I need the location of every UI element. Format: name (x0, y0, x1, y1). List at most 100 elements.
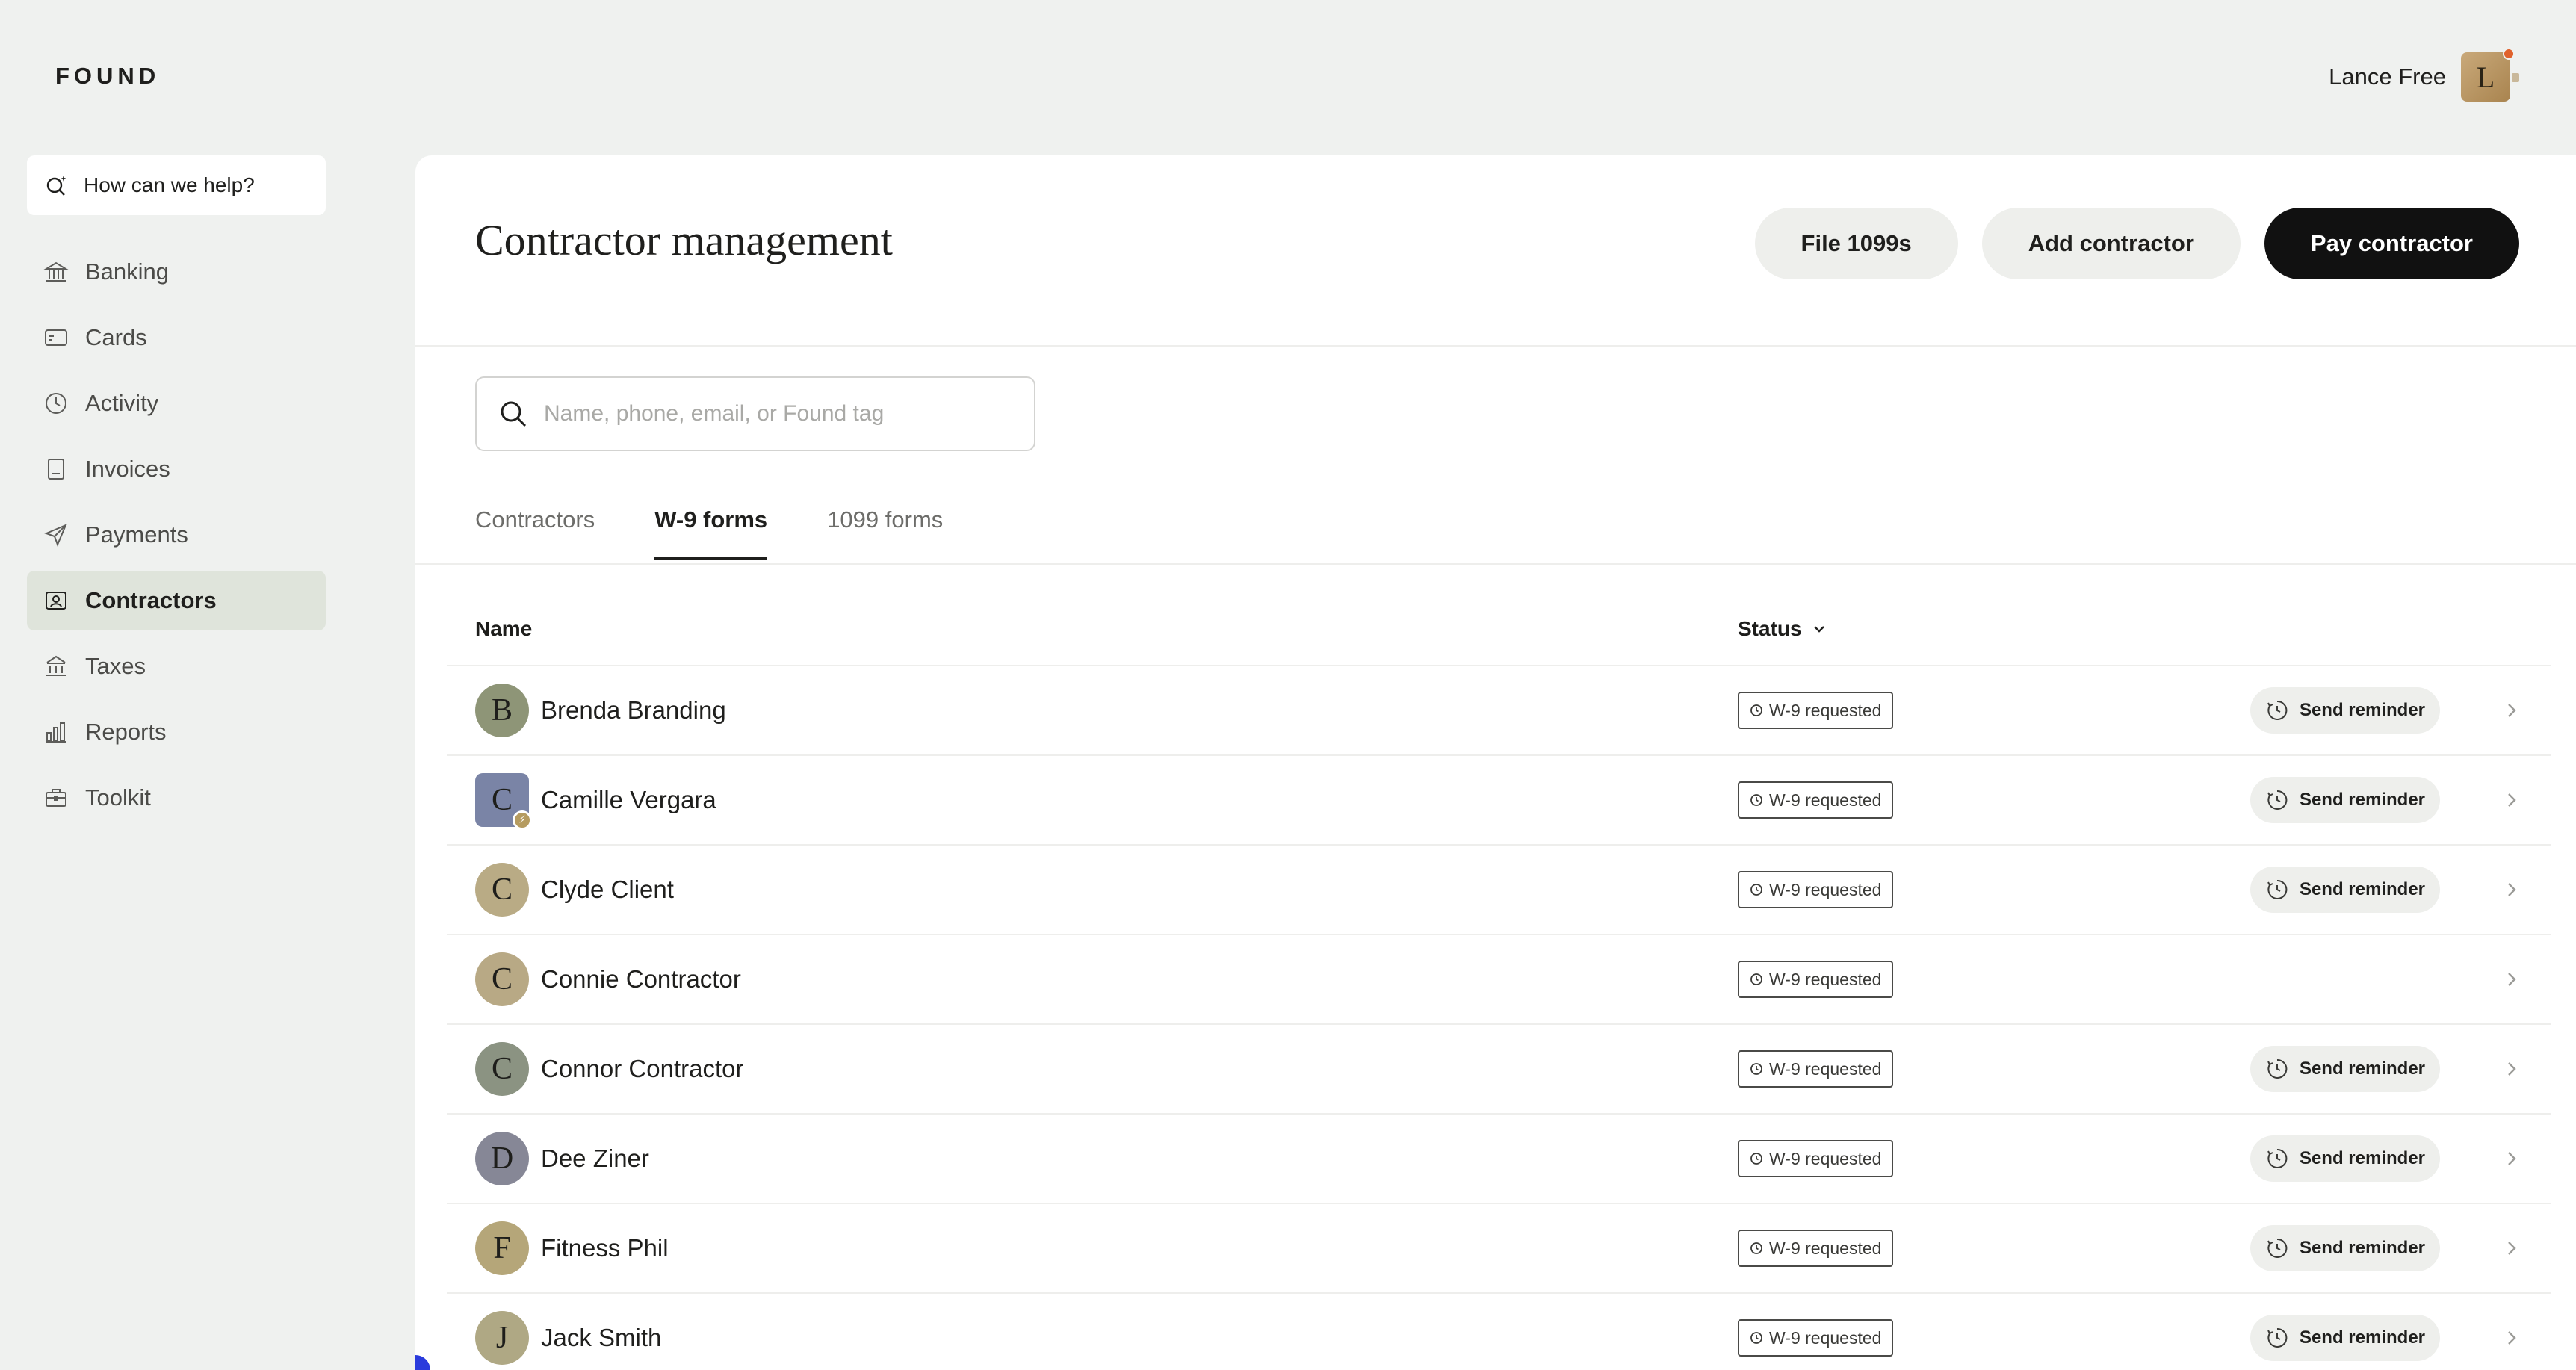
status-badge: W-9 requested (1738, 1140, 1894, 1177)
chevron-down-icon (1813, 626, 1824, 633)
page-title: Contractor management (475, 216, 893, 264)
avatar-tab-icon (2512, 73, 2519, 82)
table-row[interactable]: C Connie Contractor W-9 requested (447, 934, 2551, 1023)
sidebar-item-label: Reports (85, 719, 167, 745)
search-input[interactable] (544, 401, 992, 427)
table-row[interactable]: C Connor Contractor W-9 requested Send remi… (447, 1023, 2551, 1113)
contractor-avatar: C (475, 863, 529, 917)
tab-w9-forms[interactable]: W-9 forms (654, 506, 767, 560)
file-1099s-button[interactable]: File 1099s (1754, 208, 1958, 279)
send-reminder-label: Send reminder (2299, 1148, 2425, 1168)
column-header-status-label: Status (1738, 617, 1802, 640)
table-row[interactable]: B Brenda Branding W-9 requested Send remind… (447, 665, 2551, 754)
table-header: Name Status (475, 617, 2576, 662)
sidebar-item-label: Cards (85, 324, 147, 350)
send-reminder-button[interactable]: Send reminder (2250, 1046, 2440, 1092)
sidebar-item-cards[interactable]: Cards (27, 308, 326, 368)
header-divider (415, 345, 2576, 347)
bar-chart-icon (46, 722, 66, 743)
building-icon (46, 655, 66, 676)
corner-indicator (415, 1355, 430, 1370)
sidebar-item-label: Activity (85, 390, 159, 416)
table-row[interactable]: F Fitness Phil W-9 requested Send reminder (447, 1203, 2551, 1292)
send-reminder-button[interactable]: Send reminder (2250, 1315, 2440, 1361)
column-header-name: Name (475, 617, 533, 640)
user-avatar[interactable]: L (2461, 48, 2519, 102)
tabs-divider (415, 563, 2576, 565)
table-row[interactable]: C Clyde Client W-9 requested Send reminder (447, 844, 2551, 934)
table-row[interactable]: D Dee Ziner W-9 requested Send reminder (447, 1113, 2551, 1203)
send-reminder-button[interactable]: Send reminder (2250, 867, 2440, 913)
user-menu[interactable]: Lance Free L (2329, 48, 2519, 102)
avatar-initial: D (490, 1141, 514, 1176)
contractor-avatar: D (475, 1132, 529, 1185)
status-badge: W-9 requested (1738, 961, 1894, 998)
status-badge: W-9 requested (1738, 1230, 1894, 1267)
sidebar-item-invoices[interactable]: Invoices (27, 439, 326, 499)
avatar-initial: C (491, 962, 513, 996)
status-badge: W-9 requested (1738, 1319, 1894, 1357)
send-reminder-label: Send reminder (2299, 1327, 2425, 1348)
chevron-right-icon[interactable] (2501, 879, 2522, 900)
table-row[interactable]: C ⚡ Camille Vergara W-9 requested Send remin… (447, 754, 2551, 844)
reminder-clock-icon (2267, 1059, 2288, 1079)
sidebar-item-activity[interactable]: Activity (27, 374, 326, 433)
contractor-search[interactable] (475, 376, 1035, 451)
tab-1099-forms[interactable]: 1099 forms (827, 506, 943, 560)
status-label: W-9 requested (1769, 969, 1882, 989)
send-reminder-button[interactable]: Send reminder (2250, 777, 2440, 823)
invoice-icon (48, 459, 64, 480)
status-badge: W-9 requested (1738, 871, 1894, 908)
contractor-avatar: C ⚡ (475, 773, 532, 830)
reminder-clock-icon (2267, 1327, 2288, 1348)
chevron-right-icon[interactable] (2501, 790, 2522, 810)
send-reminder-button[interactable]: Send reminder (2250, 1225, 2440, 1271)
help-search-button[interactable]: How can we help? (27, 155, 326, 215)
contractor-name: Connor Contractor (541, 1055, 744, 1082)
clock-icon (1750, 1153, 1762, 1165)
column-header-status[interactable]: Status (1738, 617, 1827, 641)
found-logo[interactable]: FOUND (55, 63, 160, 90)
pay-contractor-button[interactable]: Pay contractor (2264, 208, 2519, 279)
tab-bar: Contractors W-9 forms 1099 forms (475, 506, 943, 560)
sidebar-item-banking[interactable]: Banking (27, 242, 326, 302)
status-label: W-9 requested (1769, 1148, 1882, 1168)
chevron-right-icon[interactable] (2501, 1148, 2522, 1169)
send-reminder-button[interactable]: Send reminder (2250, 687, 2440, 734)
chevron-right-icon[interactable] (2501, 1059, 2522, 1079)
contractor-name: Connie Contractor (541, 965, 741, 993)
add-contractor-button[interactable]: Add contractor (1981, 208, 2241, 279)
clock-icon (46, 393, 66, 414)
chevron-right-icon[interactable] (2501, 969, 2522, 990)
bolt-badge-icon: ⚡ (513, 810, 532, 830)
status-label: W-9 requested (1769, 1238, 1882, 1258)
sidebar-item-label: Payments (85, 521, 188, 548)
table-row[interactable]: J Jack Smith W-9 requested Send reminder (447, 1292, 2551, 1370)
reminder-clock-icon (2267, 790, 2288, 810)
sidebar-item-contractors[interactable]: Contractors (27, 571, 326, 630)
reminder-clock-icon (2267, 700, 2288, 720)
chevron-right-icon[interactable] (2501, 700, 2522, 721)
contractor-name: Fitness Phil (541, 1234, 669, 1262)
chevron-right-icon[interactable] (2501, 1238, 2522, 1259)
tab-contractors[interactable]: Contractors (475, 506, 595, 560)
main-panel: Contractor management File 1099s Add con… (415, 155, 2576, 1370)
sidebar-item-taxes[interactable]: Taxes (27, 636, 326, 696)
clock-icon (1750, 704, 1762, 716)
contractor-avatar: J (475, 1311, 529, 1365)
contractor-name: Brenda Branding (541, 696, 726, 724)
sidebar-nav: Banking Cards Activity Invoices Payments… (27, 242, 326, 834)
avatar-initial: C (491, 872, 513, 907)
avatar-initial: B (491, 693, 513, 728)
status-label: W-9 requested (1769, 879, 1882, 899)
send-reminder-button[interactable]: Send reminder (2250, 1135, 2440, 1182)
user-avatar-initial: L (2476, 60, 2495, 94)
sidebar-item-payments[interactable]: Payments (27, 505, 326, 565)
contractor-icon (46, 592, 66, 610)
chevron-right-icon[interactable] (2501, 1327, 2522, 1348)
contractor-avatar: F (475, 1221, 529, 1275)
sidebar-item-toolkit[interactable]: Toolkit (27, 768, 326, 828)
user-name: Lance Free (2329, 63, 2446, 90)
sidebar-item-reports[interactable]: Reports (27, 702, 326, 762)
status-badge: W-9 requested (1738, 1050, 1894, 1088)
